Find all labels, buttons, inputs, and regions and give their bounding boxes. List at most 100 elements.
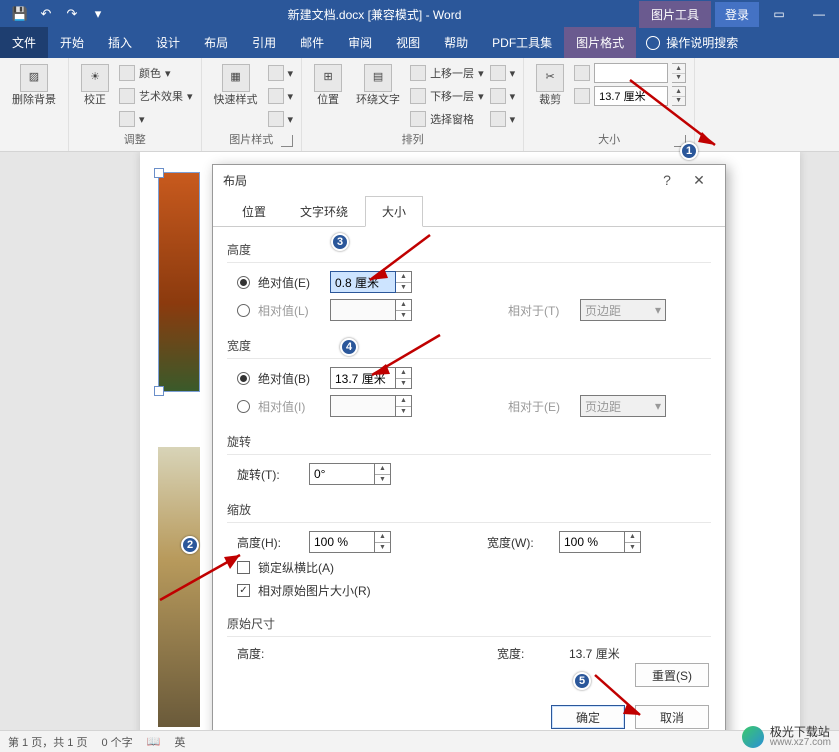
group-button[interactable]: ▾	[490, 85, 516, 107]
redo-icon[interactable]: ↷	[60, 2, 84, 26]
tab-design[interactable]: 设计	[144, 27, 192, 58]
chevron-down-icon: ▾	[655, 303, 661, 317]
tab-pdf-toolkit[interactable]: PDF工具集	[480, 27, 564, 58]
remove-bg-label: 删除背景	[12, 94, 56, 107]
dialog-titlebar: 布局 ? ✕	[213, 165, 725, 195]
width-icon	[574, 88, 590, 104]
label-abs-height: 绝对值(E)	[258, 274, 322, 291]
minimize-icon[interactable]: —	[799, 0, 839, 28]
crop-label: 裁剪	[539, 94, 561, 107]
crop-button[interactable]: ✂ 裁剪	[532, 62, 568, 109]
remove-bg-icon: ▨	[20, 64, 48, 92]
combo-relto-t: 页边距▾	[580, 299, 666, 321]
pic-layout-button[interactable]: ▾	[268, 108, 294, 130]
corrections-button[interactable]: ☀ 校正	[77, 62, 113, 109]
status-page: 第 1 页，共 1 页	[8, 734, 87, 750]
combo-relto-e: 页边距▾	[580, 395, 666, 417]
ribbon-options-icon[interactable]: ▭	[759, 0, 799, 28]
contextual-tab-area: 图片工具 登录	[639, 1, 759, 28]
artistic-effects-button[interactable]: 艺术效果 ▾	[119, 85, 193, 107]
label-lock-aspect: 锁定纵横比(A)	[258, 559, 334, 576]
input-rotate[interactable]	[309, 463, 375, 485]
compress-reset-row[interactable]: ▾	[119, 108, 193, 130]
dialog-close-icon[interactable]: ✕	[683, 165, 715, 195]
spin-rel-width: ▲▼	[396, 395, 412, 417]
qat-more-icon[interactable]: ▾	[86, 2, 110, 26]
quick-styles-label: 快速样式	[214, 94, 258, 107]
tab-review[interactable]: 审阅	[336, 27, 384, 58]
tell-me-search[interactable]: 操作说明搜索	[636, 27, 748, 58]
radio-rel-height[interactable]	[237, 304, 250, 317]
spin-scale-width[interactable]: ▲▼	[625, 531, 641, 553]
input-rel-height	[330, 299, 396, 321]
dialog-tab-position[interactable]: 位置	[225, 196, 283, 227]
label-relto-e: 相对于(E)	[508, 398, 572, 415]
value-orig-width: 13.7 厘米	[569, 645, 620, 662]
tab-view[interactable]: 视图	[384, 27, 432, 58]
status-language[interactable]: 英	[174, 734, 185, 750]
section-scale: 缩放	[227, 495, 711, 523]
color-button[interactable]: 颜色 ▾	[119, 62, 193, 84]
wrap-text-button[interactable]: ▤ 环绕文字	[352, 62, 404, 109]
chevron-down-icon: ▾	[655, 399, 661, 413]
lightbulb-icon	[646, 36, 660, 50]
status-spellcheck-icon[interactable]: 📖	[147, 735, 161, 748]
label-orig-height: 高度:	[237, 645, 301, 662]
spin-scale-height[interactable]: ▲▼	[375, 531, 391, 553]
styles-launcher-icon[interactable]	[281, 135, 293, 147]
remove-background-button[interactable]: ▨ 删除背景	[8, 62, 60, 109]
rotate-button[interactable]: ▾	[490, 108, 516, 130]
position-label: 位置	[317, 94, 339, 107]
label-rotate: 旋转(T):	[237, 466, 301, 483]
tab-mailings[interactable]: 邮件	[288, 27, 336, 58]
effects-icon	[268, 88, 284, 104]
callout-1: 1	[680, 142, 698, 160]
send-backward-button[interactable]: 下移一层 ▾	[410, 85, 484, 107]
selection-pane-button[interactable]: 选择窗格	[410, 108, 484, 130]
spin-rotate[interactable]: ▲▼	[375, 463, 391, 485]
align-icon	[490, 65, 506, 81]
pic-border-button[interactable]: ▾	[268, 62, 294, 84]
pic-effects-button[interactable]: ▾	[268, 85, 294, 107]
label-rel-width: 相对值(I)	[258, 398, 322, 415]
align-button[interactable]: ▾	[490, 62, 516, 84]
rotate-icon	[490, 111, 506, 127]
radio-rel-width[interactable]	[237, 400, 250, 413]
quick-styles-button[interactable]: ▦ 快速样式	[210, 62, 262, 109]
arrow-3	[360, 230, 440, 290]
input-scale-height[interactable]	[309, 531, 375, 553]
color-icon	[119, 65, 135, 81]
spin-rel-height: ▲▼	[396, 299, 412, 321]
callout-5: 5	[573, 672, 591, 690]
title-bar: 💾 ↶ ↷ ▾ 新建文档.docx [兼容模式] - Word 图片工具 登录 …	[0, 0, 839, 28]
watermark: 极光下载站 www.xz7.com	[742, 726, 831, 748]
bring-forward-button[interactable]: 上移一层 ▾	[410, 62, 484, 84]
tab-home[interactable]: 开始	[48, 27, 96, 58]
tab-picture-format[interactable]: 图片格式	[564, 27, 636, 58]
ribbon-tabs: 文件 开始 插入 设计 布局 引用 邮件 审阅 视图 帮助 PDF工具集 图片格…	[0, 28, 839, 58]
tab-insert[interactable]: 插入	[96, 27, 144, 58]
piclayout-icon	[268, 111, 284, 127]
wrap-icon: ▤	[364, 64, 392, 92]
dialog-tab-size[interactable]: 大小	[365, 196, 423, 227]
tab-file[interactable]: 文件	[0, 27, 48, 58]
sel-pane-icon	[410, 111, 426, 127]
tab-help[interactable]: 帮助	[432, 27, 480, 58]
inserted-image-1[interactable]	[158, 172, 200, 392]
undo-icon[interactable]: ↶	[34, 2, 58, 26]
radio-abs-height[interactable]	[237, 276, 250, 289]
position-button[interactable]: ⊞ 位置	[310, 62, 346, 109]
dialog-tab-wrap[interactable]: 文字环绕	[283, 196, 365, 227]
radio-abs-width[interactable]	[237, 372, 250, 385]
input-scale-width[interactable]	[559, 531, 625, 553]
dialog-title: 布局	[223, 172, 247, 189]
tab-layout[interactable]: 布局	[192, 27, 240, 58]
sel-pane-label: 选择窗格	[430, 111, 474, 127]
dialog-help-icon[interactable]: ?	[651, 165, 683, 195]
send-back-icon	[410, 88, 426, 104]
tab-references[interactable]: 引用	[240, 27, 288, 58]
save-icon[interactable]: 💾	[8, 2, 32, 26]
color-label: 颜色	[139, 65, 161, 81]
login-button[interactable]: 登录	[715, 2, 759, 27]
art-icon	[119, 88, 135, 104]
